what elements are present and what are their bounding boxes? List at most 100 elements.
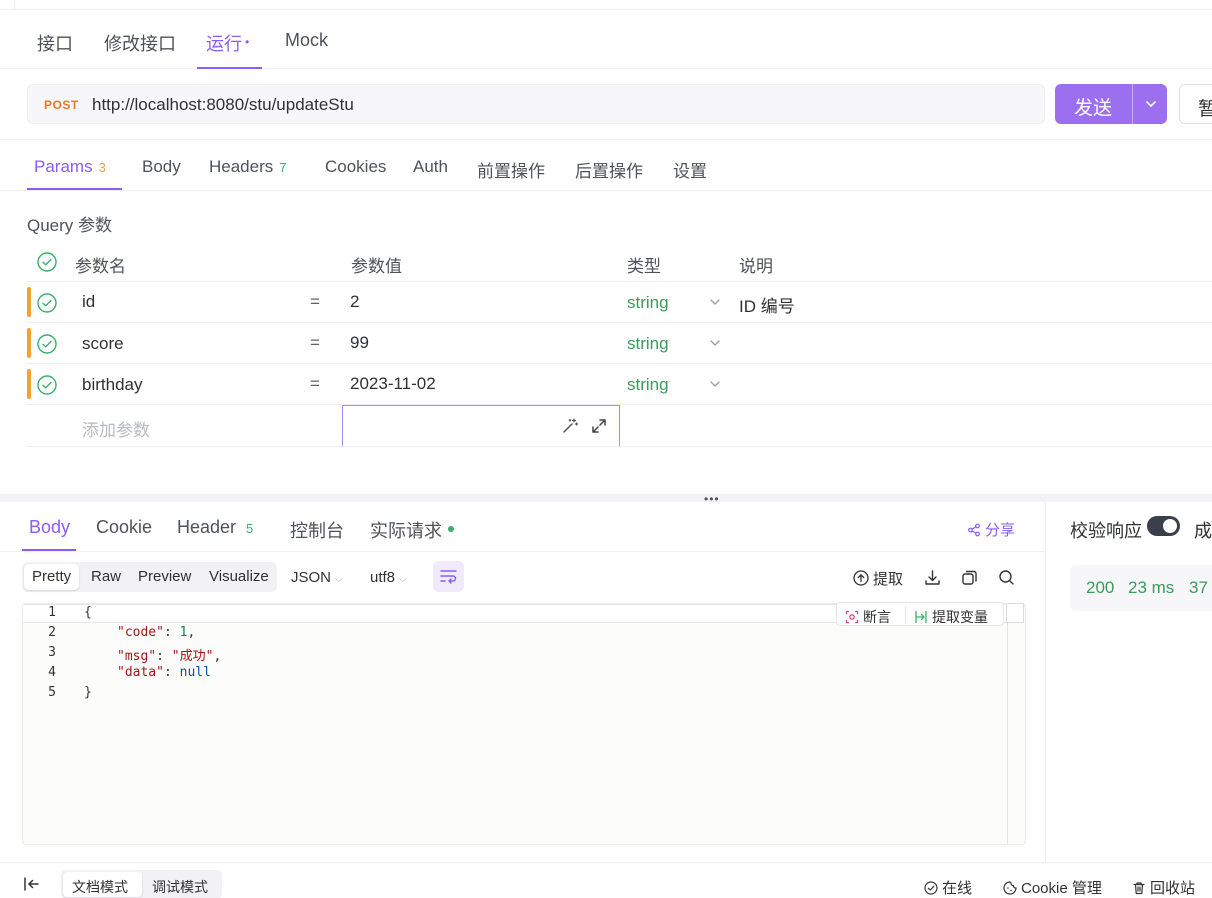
collapse-sidebar-icon[interactable]	[23, 876, 41, 892]
validate-response-label: 校验响应	[1070, 521, 1142, 541]
chevron-down-icon: ⌵	[335, 574, 343, 585]
trash-icon	[1132, 881, 1146, 895]
word-wrap-button[interactable]	[433, 561, 464, 592]
tab-interface[interactable]: 接口	[37, 30, 73, 56]
response-tab-actual-request-label: 实际请求	[370, 521, 442, 541]
param-name[interactable]: birthday	[82, 375, 142, 395]
url-input[interactable]: http://localhost:8080/stu/updateStu	[92, 95, 354, 115]
chevron-down-icon[interactable]	[708, 336, 722, 350]
tab-post-operations[interactable]: 后置操作	[575, 157, 643, 182]
tab-edit-interface[interactable]: 修改接口	[104, 30, 176, 56]
param-description[interactable]: ID 编号	[739, 292, 795, 317]
online-status[interactable]: 在线	[924, 877, 972, 898]
url-bar[interactable]: POST http://localhost:8080/stu/updateStu	[27, 84, 1045, 124]
encoding-select-value: utf8	[370, 569, 396, 586]
param-name[interactable]: id	[82, 292, 95, 312]
chevron-down-icon[interactable]	[1143, 96, 1159, 112]
chevron-down-icon[interactable]	[708, 295, 722, 309]
wrap-icon	[440, 569, 457, 584]
send-button[interactable]: 发送	[1055, 84, 1167, 124]
expand-icon[interactable]	[590, 417, 608, 435]
view-mode-raw[interactable]: Raw	[91, 568, 121, 585]
response-tab-header[interactable]: Header 5	[177, 517, 253, 538]
drag-grip-icon[interactable]: •••	[704, 492, 720, 506]
format-select-value: JSON	[291, 569, 332, 586]
copy-icon[interactable]	[961, 569, 978, 586]
row-divider	[27, 322, 1212, 323]
validate-result: 成	[1194, 521, 1212, 541]
param-value[interactable]: 2023-11-02	[350, 374, 436, 394]
response-size: 37	[1189, 578, 1208, 597]
view-mode-visualize[interactable]: Visualize	[209, 568, 269, 585]
extract-variable-label: 提取变量	[932, 609, 988, 625]
debug-mode-button[interactable]: 调试模式	[152, 877, 208, 897]
validate-response-toggle[interactable]	[1147, 516, 1180, 536]
param-value-editor[interactable]	[342, 405, 620, 447]
panel-resize-handle[interactable]: •••	[0, 492, 1212, 506]
pane-divider	[1045, 502, 1046, 862]
chevron-down-icon[interactable]	[708, 377, 722, 391]
unsaved-dot: •	[245, 35, 250, 49]
status-bar: 文档模式 调试模式 在线 Cookie 管理 回收站	[0, 862, 1212, 898]
param-type-select[interactable]: string	[627, 293, 669, 313]
format-select[interactable]: JSON ⌵	[291, 569, 343, 586]
param-value[interactable]: 99	[350, 333, 369, 353]
divider	[0, 551, 1045, 552]
row-enabled-check-icon[interactable]	[37, 375, 57, 395]
cookie-icon	[1003, 881, 1017, 895]
response-tab-actual-request[interactable]: 实际请求	[370, 517, 454, 543]
extract-variable-button[interactable]: 提取变量	[914, 607, 988, 627]
row-marker	[27, 287, 31, 317]
row-enabled-check-icon[interactable]	[37, 293, 57, 313]
view-mode-preview[interactable]: Preview	[138, 568, 191, 585]
param-type-select[interactable]: string	[627, 334, 669, 354]
params-count-badge: 3	[98, 160, 106, 175]
view-mode-pretty[interactable]: Pretty	[32, 568, 71, 585]
line-number: 3	[48, 645, 56, 660]
tab-params[interactable]: Params 3	[34, 157, 106, 177]
param-equals: =	[310, 374, 320, 393]
assert-button[interactable]: 断言	[845, 607, 891, 627]
tab-mock[interactable]: Mock	[285, 30, 328, 51]
code-line: }	[84, 685, 92, 700]
minimap-toggle[interactable]	[1006, 603, 1024, 623]
param-type-select[interactable]: string	[627, 375, 669, 395]
row-divider	[27, 363, 1212, 364]
param-equals: =	[310, 333, 320, 352]
magic-wand-icon[interactable]	[561, 417, 579, 435]
tab-run[interactable]: 运行 •	[206, 30, 249, 56]
share-button[interactable]: 分享	[967, 519, 1015, 540]
tab-auth[interactable]: Auth	[413, 157, 448, 177]
tab-pre-operations[interactable]: 前置操作	[477, 157, 545, 182]
recycle-bin-button[interactable]: 回收站	[1132, 877, 1195, 898]
extract-variable-icon	[914, 610, 928, 624]
add-param-input[interactable]: 添加参数	[82, 416, 150, 441]
row-marker	[27, 328, 31, 358]
query-params-title: Query 参数	[27, 216, 113, 235]
cookie-management-button[interactable]: Cookie 管理	[1003, 877, 1102, 898]
param-name[interactable]: score	[82, 334, 124, 354]
divider	[0, 139, 1212, 140]
http-method[interactable]: POST	[44, 98, 79, 112]
json-value: null	[179, 665, 211, 680]
doc-mode-button[interactable]: 文档模式	[72, 877, 128, 897]
encoding-select[interactable]: utf8 ⌵	[370, 569, 407, 586]
tab-settings[interactable]: 设置	[673, 157, 707, 182]
save-button[interactable]: 暂	[1179, 84, 1212, 124]
check-circle-icon	[924, 881, 938, 895]
tab-headers[interactable]: Headers 7	[209, 157, 287, 177]
select-all-check-icon[interactable]	[37, 252, 57, 272]
response-tab-cookie[interactable]: Cookie	[96, 517, 152, 538]
download-icon[interactable]	[924, 569, 941, 586]
param-value[interactable]: 2	[350, 292, 359, 312]
save-button-label: 暂	[1198, 99, 1212, 120]
extract-button[interactable]: 提取	[853, 568, 903, 589]
response-tab-console[interactable]: 控制台	[290, 517, 344, 543]
tab-cookies[interactable]: Cookies	[325, 157, 386, 177]
response-tab-body[interactable]: Body	[29, 517, 70, 538]
search-icon[interactable]	[998, 569, 1015, 586]
editor-ruler	[1007, 604, 1008, 844]
row-enabled-check-icon[interactable]	[37, 334, 57, 354]
main-tabs: 接口 修改接口 运行 • Mock	[0, 10, 1212, 69]
tab-body[interactable]: Body	[142, 157, 181, 177]
